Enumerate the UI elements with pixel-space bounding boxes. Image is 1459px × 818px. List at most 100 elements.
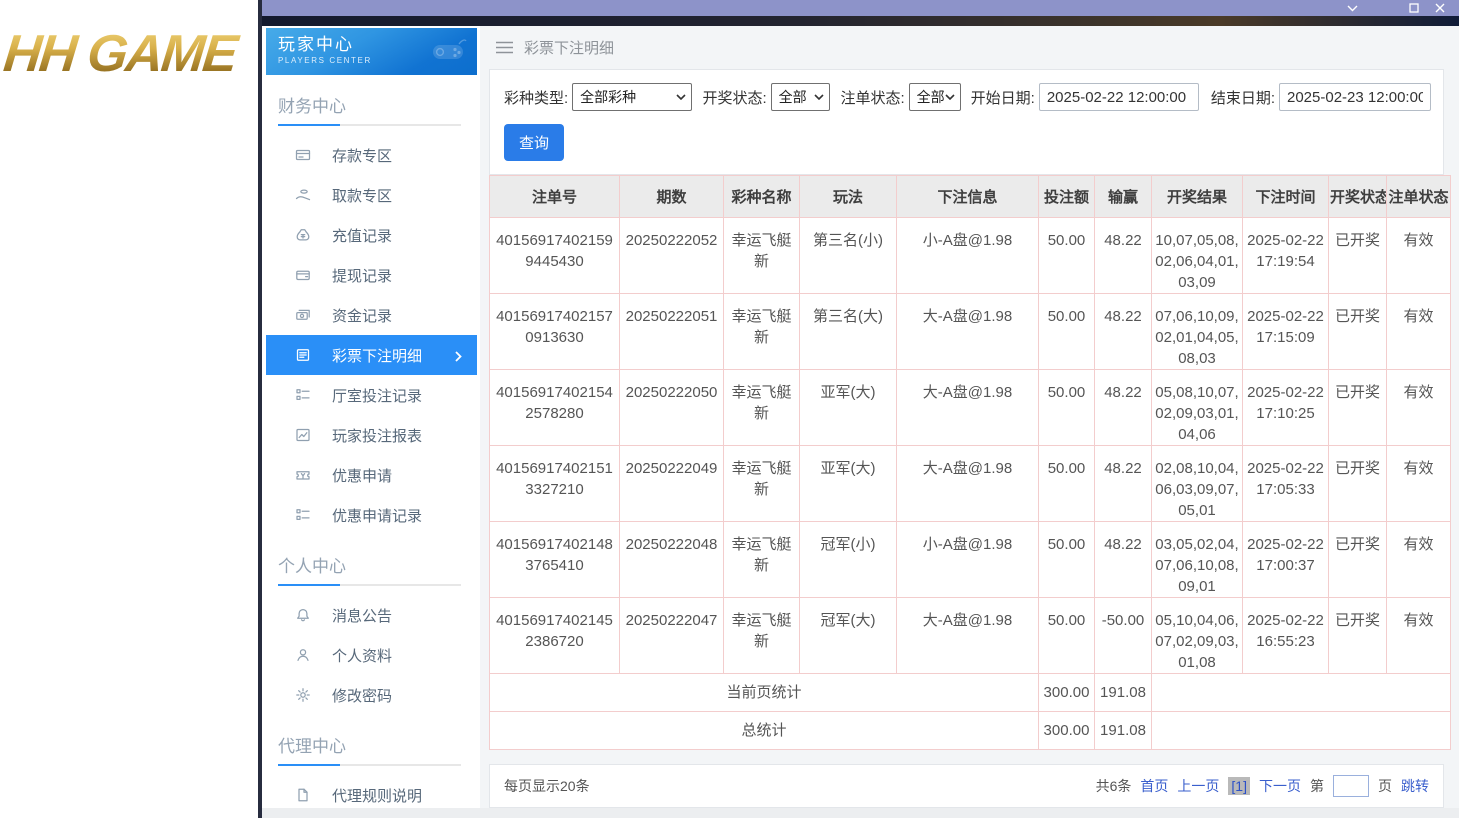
window-titlebar: [262, 0, 1459, 16]
player-report-icon: [295, 427, 312, 444]
cell-lottery-name: 幸运飞艇新: [723, 369, 800, 446]
cell-bet-no: 401569174021513327210: [489, 445, 620, 522]
document-icon: [295, 787, 312, 804]
cell-bet-status: 有效: [1386, 597, 1451, 674]
hamburger-icon[interactable]: [496, 41, 513, 54]
summary-row: 总统计 300.00 191.08: [489, 711, 1451, 750]
sidebar-item-promo-apply-record[interactable]: 优惠申请记录: [266, 495, 477, 535]
start-date-input[interactable]: [1038, 83, 1199, 111]
sidebar-item-label: 资金记录: [332, 307, 393, 325]
sidebar-item-profile[interactable]: 个人资料: [266, 635, 477, 675]
sidebar-item-lottery-bet-detail[interactable]: 彩票下注明细: [266, 335, 477, 375]
cell-draw-result: 02,08,10,04,06,03,09,07,05,01: [1151, 445, 1243, 522]
bell-icon: [295, 607, 312, 624]
table-row: 401569174021542578280 20250222050 幸运飞艇新 亚军(…: [489, 369, 1451, 446]
sidebar-item-deposit[interactable]: 存款专区: [266, 135, 477, 175]
end-date-input[interactable]: [1279, 83, 1431, 111]
cell-bet-time: 2025-02-22 17:15:09: [1242, 293, 1329, 370]
user-icon: [295, 647, 312, 664]
sidebar: 玩家中心 PLAYERS CENTER 财务中心 存款专区 取款专区 充值记录 提现记录…: [262, 26, 480, 818]
sidebar-item-change-password[interactable]: 修改密码: [266, 675, 477, 715]
jump-page-input[interactable]: [1333, 775, 1369, 797]
sidebar-item-promo-apply[interactable]: 优惠申请: [266, 455, 477, 495]
sidebar-item-label: 厅室投注记录: [332, 387, 423, 405]
cell-bet-no: 401569174021599445430: [489, 217, 620, 294]
cell-lottery-name: 幸运飞艇新: [723, 217, 800, 294]
end-date-label: 结束日期:: [1210, 89, 1275, 107]
chevron-down-icon: [814, 94, 825, 100]
table-body: 401569174021599445430 20250222052 幸运飞艇新 第三名…: [489, 217, 1451, 750]
cell-bet-time: 2025-02-22 17:10:25: [1242, 369, 1329, 446]
sidebar-item-label: 彩票下注明细: [332, 347, 423, 365]
start-date-label: 开始日期:: [970, 89, 1035, 107]
cell-bet-info: 大-A盘@1.98: [896, 445, 1039, 522]
sidebar-item-cashout-record[interactable]: 提现记录: [266, 255, 477, 295]
lottery-type-value: 全部彩种: [580, 89, 637, 105]
sidebar-item-label: 存款专区: [332, 147, 393, 165]
jump-button[interactable]: 跳转: [1401, 776, 1429, 796]
main-content: 彩票下注明细 彩种类型: 全部彩种 开奖状态: 全部 注单状态: 全部 开始日期…: [480, 26, 1459, 818]
app-body: 玩家中心 PLAYERS CENTER 财务中心 存款专区 取款专区 充值记录 提现记录…: [262, 26, 1459, 818]
sidebar-item-funds-record[interactable]: 资金记录: [266, 295, 477, 335]
sidebar-item-label: 优惠申请: [332, 467, 393, 485]
sidebar-item-recharge-record[interactable]: 充值记录: [266, 215, 477, 255]
maximize-icon[interactable]: [1401, 0, 1427, 16]
gamepad-icon: [429, 35, 469, 70]
chevron-down-icon[interactable]: [1339, 0, 1365, 16]
cell-bet-status: 有效: [1386, 293, 1451, 370]
bet-status-select[interactable]: 全部: [908, 83, 961, 111]
cell-draw-result: 05,08,10,07,02,09,03,01,04,06: [1151, 369, 1243, 446]
sidebar-item-hall-bet-record[interactable]: 厅室投注记录: [266, 375, 477, 415]
col-header-bet-no: 注单号: [489, 175, 620, 218]
cell-draw-status: 已开奖: [1328, 597, 1387, 674]
sidebar-header: 玩家中心 PLAYERS CENTER: [266, 28, 477, 75]
jump-prefix-label: 第: [1310, 778, 1324, 794]
cell-bet-amount: 50.00: [1038, 217, 1095, 294]
sidebar-item-label: 玩家投注报表: [332, 427, 423, 445]
brand-logo-area: HH GAME: [0, 0, 258, 818]
cell-win-loss: 48.22: [1094, 217, 1152, 294]
bet-detail-table: 注单号 期数 彩种名称 玩法 下注信息 投注额 输赢 开奖结果 下注时间 开奖状态 注单状态 401…: [489, 175, 1451, 750]
cell-bet-status: 有效: [1386, 217, 1451, 294]
draw-status-select[interactable]: 全部: [770, 83, 831, 111]
window-bottom-strip: [262, 808, 1459, 818]
cell-play: 冠军(大): [799, 597, 897, 674]
col-header-lottery-name: 彩种名称: [723, 175, 800, 218]
sidebar-item-messages[interactable]: 消息公告: [266, 595, 477, 635]
first-page-link[interactable]: 首页: [1140, 776, 1168, 796]
close-icon[interactable]: [1427, 0, 1453, 16]
table-row: 401569174021452386720 20250222047 幸运飞艇新 冠军(…: [489, 597, 1451, 674]
cell-draw-status: 已开奖: [1328, 445, 1387, 522]
bet-status-label: 注单状态:: [840, 89, 905, 107]
section-underline: [278, 764, 461, 766]
hall-record-icon: [295, 387, 312, 404]
cell-bet-info: 小-A盘@1.98: [896, 521, 1039, 598]
next-page-link[interactable]: 下一页: [1259, 776, 1301, 796]
cell-draw-result: 07,06,10,09,02,01,04,05,08,03: [1151, 293, 1243, 370]
col-header-bet-status: 注单状态: [1386, 175, 1451, 218]
sidebar-item-label: 提现记录: [332, 267, 393, 285]
summary-empty: [1151, 711, 1451, 750]
cell-period: 20250222050: [619, 369, 724, 446]
col-header-draw-result: 开奖结果: [1151, 175, 1243, 218]
sidebar-item-player-bet-report[interactable]: 玩家投注报表: [266, 415, 477, 455]
query-button[interactable]: 查询: [504, 124, 565, 161]
prev-page-link[interactable]: 上一页: [1177, 776, 1219, 796]
col-header-bet-time: 下注时间: [1242, 175, 1329, 218]
table-row: 401569174021513327210 20250222049 幸运飞艇新 亚军(…: [489, 445, 1451, 522]
lottery-type-select[interactable]: 全部彩种: [572, 83, 693, 111]
table-row: 401569174021483765410 20250222048 幸运飞艇新 冠军(…: [489, 521, 1451, 598]
cell-play: 第三名(大): [799, 293, 897, 370]
cashout-icon: [295, 267, 312, 284]
col-header-play: 玩法: [799, 175, 897, 218]
table-header-row: 注单号 期数 彩种名称 玩法 下注信息 投注额 输赢 开奖结果 下注时间 开奖状态 注单状态: [489, 175, 1451, 218]
cell-bet-info: 大-A盘@1.98: [896, 597, 1039, 674]
promo-record-icon: [295, 507, 312, 524]
breadcrumb: 彩票下注明细: [489, 26, 1444, 69]
jump-suffix-label: 页: [1378, 778, 1392, 794]
sidebar-item-withdraw[interactable]: 取款专区: [266, 175, 477, 215]
cell-period: 20250222051: [619, 293, 724, 370]
cell-bet-time: 2025-02-22 17:19:54: [1242, 217, 1329, 294]
draw-status-value: 全部: [778, 89, 807, 105]
cell-win-loss: -50.00: [1094, 597, 1152, 674]
